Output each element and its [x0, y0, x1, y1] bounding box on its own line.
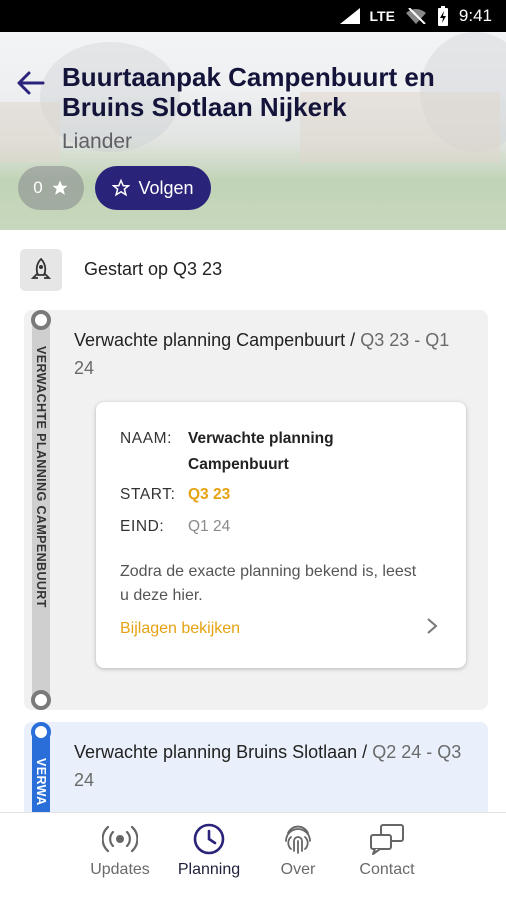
name-row: NAAM: Verwachte planning Campenbuurt [120, 426, 424, 478]
timeline-phase: VERWACHTE PLANNING CAMPENBUURT Verwachte… [24, 310, 488, 710]
nav-label: Updates [90, 861, 150, 878]
organization-name: Liander [62, 130, 133, 153]
end-row: EIND: Q1 24 [120, 514, 424, 540]
timeline-phase: VERWA Verwachte planning Bruins Slotlaan… [24, 722, 488, 824]
broadcast-icon [102, 825, 138, 853]
follow-label: Volgen [138, 177, 194, 198]
rocket-icon [20, 249, 62, 291]
clock: 9:41 [458, 6, 492, 25]
nav-label: Planning [177, 861, 241, 878]
end-value: Q1 24 [188, 518, 231, 535]
timeline-start-dot [31, 310, 51, 330]
nav-over[interactable]: Over [253, 823, 343, 879]
nav-label: Contact [359, 861, 415, 878]
planning-card[interactable]: NAAM: Verwachte planning Campenbuurt STAR… [96, 402, 466, 668]
started-label: Gestart op Q3 23 [84, 259, 223, 279]
project-header: Buurtaanpak Campenbuurt en Bruins Slotla… [0, 32, 506, 230]
start-label: START: [120, 486, 176, 503]
favorite-count: 0 [33, 178, 43, 197]
arrow-left-icon [17, 71, 45, 95]
page-title: Buurtaanpak Campenbuurt en Bruins Slotla… [62, 62, 435, 122]
timeline-end-dot [31, 690, 51, 710]
phase-name: Verwachte planning Campenbuurt / [74, 330, 361, 350]
nav-updates[interactable]: Updates [75, 823, 165, 879]
view-attachments-link[interactable]: Bijlagen bekijken [120, 620, 240, 638]
rail-label: VERWA [34, 758, 48, 806]
phase-name: Verwachte planning Bruins Slotlaan / [74, 742, 373, 762]
star-icon [52, 180, 68, 195]
rail-label: VERWACHTE PLANNING CAMPENBUURT [34, 346, 48, 608]
timeline-start-dot [31, 722, 51, 742]
status-bar: LTE 9:41 [0, 0, 506, 32]
star-outline-icon [112, 179, 131, 197]
phase-title: Verwachte planning Campenbuurt / Q3 23 -… [74, 326, 474, 382]
end-label: EIND: [120, 518, 165, 535]
name-label: NAAM: [120, 430, 173, 447]
nav-planning[interactable]: Planning [164, 823, 254, 879]
started-row: Gestart op Q3 23 [0, 246, 506, 294]
nav-contact[interactable]: Contact [342, 823, 432, 879]
bottom-navigation: Updates Planning Over Contact [0, 812, 506, 900]
start-value: Q3 23 [188, 486, 231, 503]
favorite-count-button[interactable]: 0 [18, 166, 84, 210]
follow-button[interactable]: Volgen [95, 166, 211, 210]
clock-icon [193, 823, 225, 855]
battery-charging-icon [437, 6, 448, 26]
chevron-right-icon[interactable] [422, 614, 442, 638]
wifi-off-icon [405, 8, 426, 24]
back-button[interactable] [14, 66, 48, 100]
phase-title: Verwachte planning Bruins Slotlaan / Q2 … [74, 738, 474, 794]
name-value: Verwachte planning Campenbuurt [188, 430, 334, 473]
nav-label: Over [280, 861, 316, 878]
chat-bubbles-icon [370, 824, 404, 855]
network-type: LTE [369, 8, 395, 24]
signal-icon [339, 8, 360, 24]
card-description: Zodra de exacte planning bekend is, lees… [120, 563, 417, 604]
start-row: START: Q3 23 [120, 482, 424, 508]
fingerprint-icon [285, 825, 311, 854]
